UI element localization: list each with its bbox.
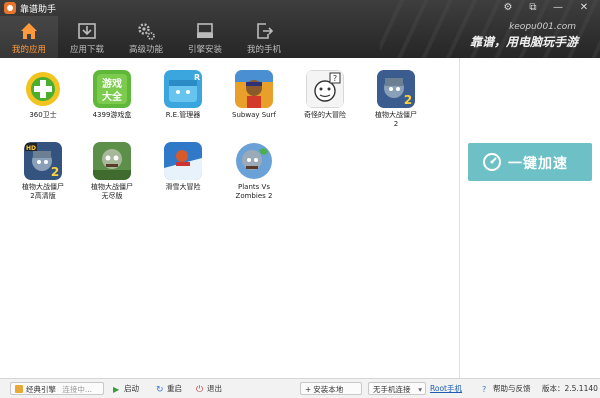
help-feedback-button[interactable]: ? 帮助与反馈 bbox=[482, 382, 531, 395]
phone-select-value: 无手机连接 bbox=[373, 385, 411, 394]
restart-button[interactable]: ↻ 重启 bbox=[156, 382, 182, 395]
svg-text:?: ? bbox=[333, 74, 337, 83]
version-number: 2.5.1140 bbox=[564, 384, 598, 393]
version-label: 版本： bbox=[542, 384, 565, 393]
exit-label: 退出 bbox=[207, 384, 222, 393]
app-item[interactable]: Plants Vs Zombies 2 bbox=[219, 142, 287, 204]
start-label: 启动 bbox=[124, 384, 139, 393]
engine-label: 经典引擎 bbox=[26, 385, 56, 394]
svg-text:2: 2 bbox=[51, 165, 59, 179]
chevron-down-icon: ▾ bbox=[418, 385, 422, 394]
home-icon bbox=[21, 23, 37, 39]
svg-text:2: 2 bbox=[404, 93, 412, 107]
4399-game-box-icon: 游戏 大全 bbox=[93, 70, 131, 108]
app-name: R.E.管理器 bbox=[165, 111, 201, 119]
svg-text:大全: 大全 bbox=[102, 90, 123, 103]
pvz2-icon: 2 bbox=[377, 70, 415, 108]
tab-label: 应用下载 bbox=[69, 45, 104, 55]
pvz2-en-icon bbox=[236, 143, 272, 179]
pvz-endless-icon bbox=[93, 142, 131, 180]
tab-label: 高级功能 bbox=[128, 45, 163, 55]
svg-text:R: R bbox=[194, 73, 200, 82]
app-name: 植物大战僵尸 2高清版 bbox=[22, 183, 64, 200]
status-bar: 经典引擎 连接中... ▶ 启动 ↻重启 ⏻退出 +安装本地APK 无手机连接 ▾… bbox=[0, 378, 600, 398]
tab-advanced[interactable]: 高级功能 bbox=[117, 16, 175, 58]
slogan: 靠谱，用电脑玩手游 bbox=[469, 35, 578, 49]
pvz2-hd-icon: HD 2 bbox=[24, 142, 62, 180]
tab-engine-install[interactable]: 引擎安装 bbox=[176, 16, 234, 58]
settings-icon[interactable]: ⚙ bbox=[496, 0, 520, 16]
app-name: 360卫士 bbox=[29, 111, 57, 119]
app-name: 植物大战僵尸 2 bbox=[375, 111, 417, 128]
tab-label: 我的应用 bbox=[11, 45, 46, 55]
install-apk-button[interactable]: +安装本地APK bbox=[300, 382, 362, 395]
app-item[interactable]: ? 奇怪的大冒险 bbox=[290, 70, 358, 132]
root-phone-link[interactable]: Root手机 bbox=[430, 382, 462, 395]
title-bar: 靠谱助手 ⚙ ⧉ — ✕ bbox=[0, 0, 600, 16]
app-name: 4399游戏盒 bbox=[92, 111, 132, 119]
download-icon bbox=[78, 23, 96, 39]
app-name: 植物大战僵尸 无尽版 bbox=[91, 183, 133, 200]
root-link-label: Root手机 bbox=[430, 384, 462, 393]
app-item[interactable]: 滑雪大冒险 bbox=[148, 142, 216, 204]
ski-safari-icon bbox=[164, 142, 202, 180]
app-item[interactable]: 2 植物大战僵尸 2 bbox=[361, 70, 429, 132]
drive-icon bbox=[197, 23, 213, 38]
header: 靠谱助手 ⚙ ⧉ — ✕ 我的应用 应用下载 高级功能 引擎安装 我的手机 ke… bbox=[0, 0, 600, 58]
app-item[interactable]: 游戏 大全 4399游戏盒 bbox=[77, 70, 145, 132]
app-name: Plants Vs Zombies 2 bbox=[235, 183, 273, 200]
svg-text:游戏: 游戏 bbox=[102, 77, 122, 90]
tab-my-apps[interactable]: 我的应用 bbox=[0, 16, 58, 58]
re-manager-icon: R bbox=[164, 70, 202, 108]
power-icon: ⏻ bbox=[196, 385, 204, 395]
engine-icon bbox=[15, 385, 23, 393]
accelerate-label: 一键加速 bbox=[508, 156, 568, 172]
engine-selector[interactable]: 经典引擎 连接中... bbox=[10, 382, 104, 395]
one-click-accelerate-button[interactable]: 一键加速 bbox=[468, 143, 592, 181]
close-button[interactable]: ✕ bbox=[572, 0, 596, 16]
app-name: 滑雪大冒险 bbox=[165, 183, 201, 191]
app-logo-icon bbox=[4, 2, 16, 14]
speedometer-icon bbox=[483, 153, 501, 171]
export-phone-icon bbox=[257, 23, 274, 39]
engine-status: 连接中... bbox=[62, 385, 93, 394]
app-title: 靠谱助手 bbox=[20, 5, 57, 15]
exit-button[interactable]: ⏻ 退出 bbox=[196, 382, 222, 395]
app-item[interactable]: 360卫士 bbox=[8, 70, 76, 132]
play-icon: ▶ bbox=[113, 385, 120, 394]
help-icon: ? bbox=[482, 385, 487, 394]
svg-text:HD: HD bbox=[26, 145, 36, 152]
tab-app-download[interactable]: 应用下载 bbox=[58, 16, 116, 58]
phone-select[interactable]: 无手机连接 ▾ bbox=[368, 382, 426, 395]
restart-label: 重启 bbox=[167, 384, 182, 393]
app-name: 奇怪的大冒险 bbox=[304, 111, 346, 119]
app-item[interactable]: R R.E.管理器 bbox=[148, 70, 216, 132]
tab-my-phone[interactable]: 我的手机 bbox=[235, 16, 293, 58]
360-guard-icon bbox=[26, 72, 60, 106]
site-url: keopu001.com bbox=[509, 22, 576, 32]
restore-icon[interactable]: ⧉ bbox=[521, 0, 545, 16]
start-button[interactable]: ▶ 启动 bbox=[113, 382, 139, 395]
subway-surf-icon bbox=[235, 70, 273, 108]
help-label: 帮助与反馈 bbox=[493, 384, 531, 393]
plus-icon: + bbox=[305, 385, 312, 394]
app-name: Subway Surf bbox=[232, 111, 276, 119]
app-item[interactable]: HD 2 植物大战僵尸 2高清版 bbox=[8, 142, 76, 204]
tab-label: 引擎安装 bbox=[187, 45, 222, 55]
app-item[interactable]: Subway Surf bbox=[219, 70, 287, 132]
side-panel: 一键加速 bbox=[459, 58, 600, 378]
minimize-button[interactable]: — bbox=[546, 0, 570, 16]
app-grid: 360卫士 游戏 大全 4399游戏盒 R R.E.管理器 Subway Sur… bbox=[0, 58, 458, 378]
version-info: 版本：2.5.1140 bbox=[542, 382, 598, 395]
tab-label: 我的手机 bbox=[246, 45, 281, 55]
app-item[interactable]: 植物大战僵尸 无尽版 bbox=[77, 142, 145, 204]
weird-adventure-icon: ? bbox=[306, 70, 344, 108]
refresh-icon: ↻ bbox=[156, 385, 164, 395]
gears-icon bbox=[138, 23, 155, 40]
